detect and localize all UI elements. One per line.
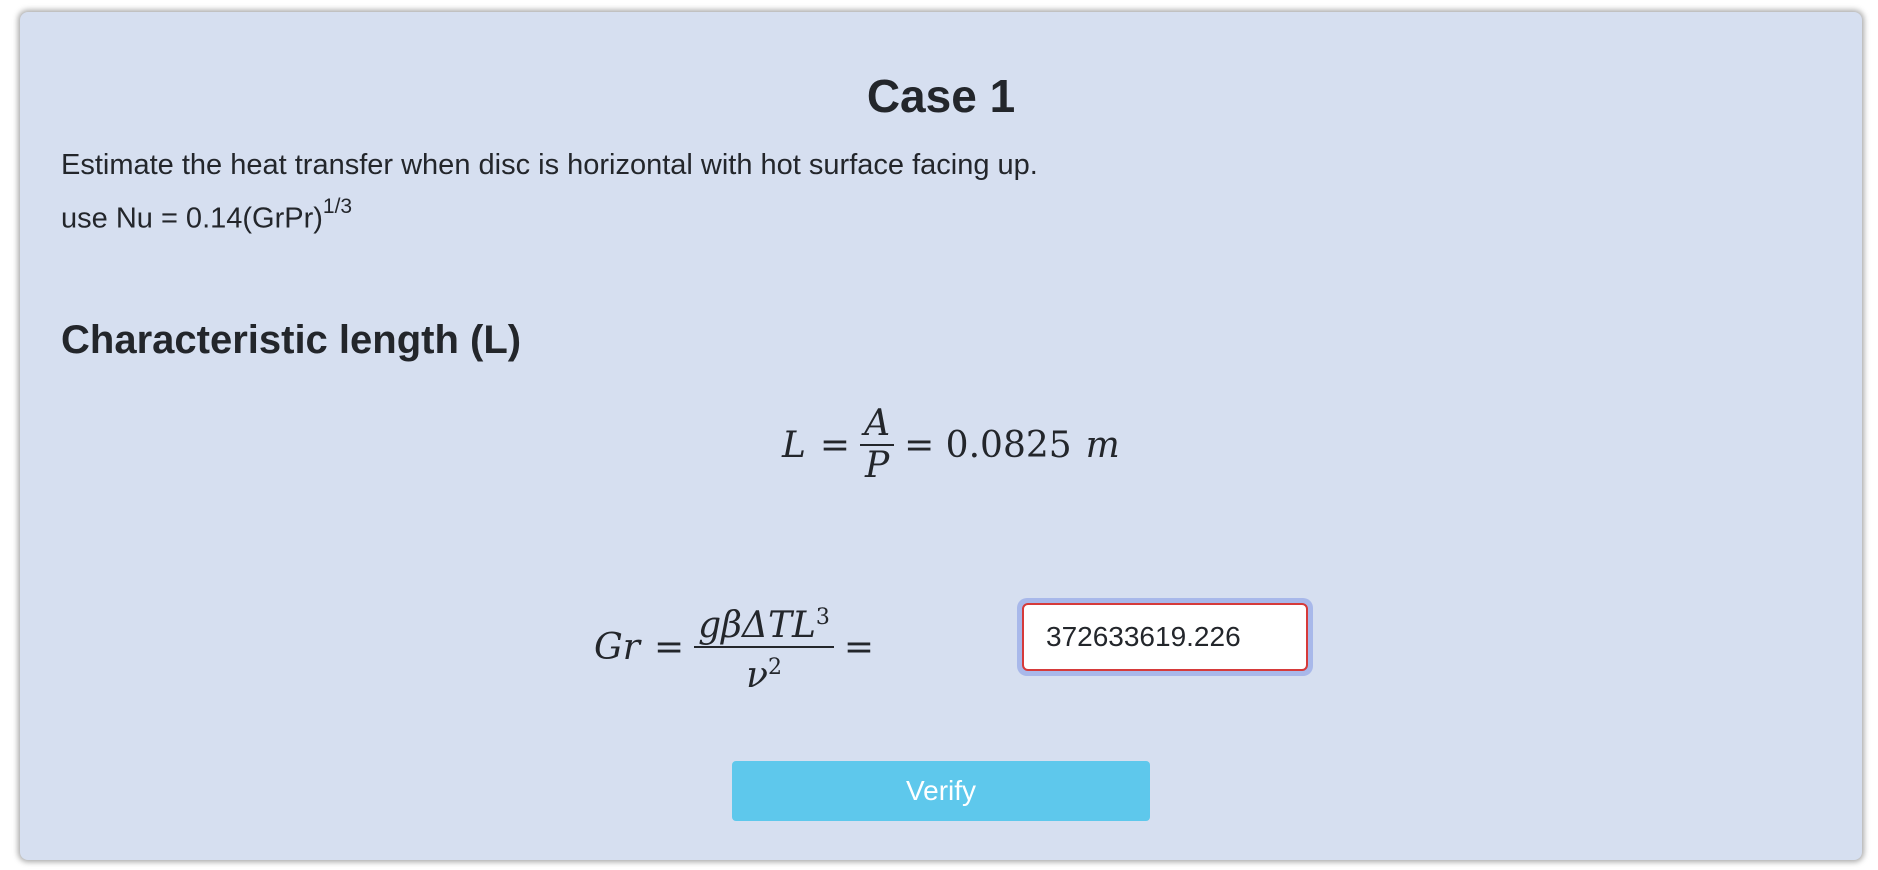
eq-l-numerator: A xyxy=(864,403,891,444)
grashof-equation: Gr = gβΔTL3 ν2 = xyxy=(594,597,874,697)
hint-formula: use Nu = 0.14(GrPr)1/3 xyxy=(61,188,1038,242)
eq-gr-denominator-main: ν xyxy=(746,655,768,696)
section-heading: Characteristic length (L) xyxy=(61,318,522,362)
characteristic-length-equation: L = A P = 0.0825 m xyxy=(782,400,1120,490)
case-title: Case 1 xyxy=(866,70,1016,122)
case-card: Case 1 Estimate the heat transfer when d… xyxy=(20,12,1862,860)
eq-gr-lhs: Gr xyxy=(594,626,640,668)
problem-statement: Estimate the heat transfer when disc is … xyxy=(61,142,1038,242)
eq-gr-fraction: gβΔTL3 ν2 xyxy=(694,598,834,696)
eq-l-result: = 0.0825 xyxy=(904,424,1072,466)
eq-gr-numerator-main: gβΔTL xyxy=(698,605,816,646)
verify-button[interactable]: Verify xyxy=(732,761,1150,821)
eq-gr-numerator: gβΔTL3 xyxy=(694,598,834,646)
eq-l-equals: = xyxy=(819,424,851,466)
hint-formula-text: use Nu = 0.14(GrPr) xyxy=(61,202,323,235)
eq-l-lhs: L xyxy=(782,424,806,466)
hint-formula-exponent: 1/3 xyxy=(322,195,353,218)
eq-gr-numerator-exp: 3 xyxy=(815,605,830,630)
problem-text: Estimate the heat transfer when disc is … xyxy=(61,149,1038,181)
eq-l-unit: m xyxy=(1085,424,1120,466)
eq-l-fraction: A P xyxy=(860,403,895,486)
answer-focus-ring xyxy=(1017,598,1313,676)
grashof-answer-input[interactable] xyxy=(1022,603,1308,671)
eq-gr-denominator: ν2 xyxy=(742,648,786,696)
eq-gr-equals: = xyxy=(653,626,685,668)
eq-l-denominator: P xyxy=(864,445,890,486)
eq-gr-trailing-equals: = xyxy=(843,626,875,668)
eq-gr-denominator-exp: 2 xyxy=(767,655,782,680)
